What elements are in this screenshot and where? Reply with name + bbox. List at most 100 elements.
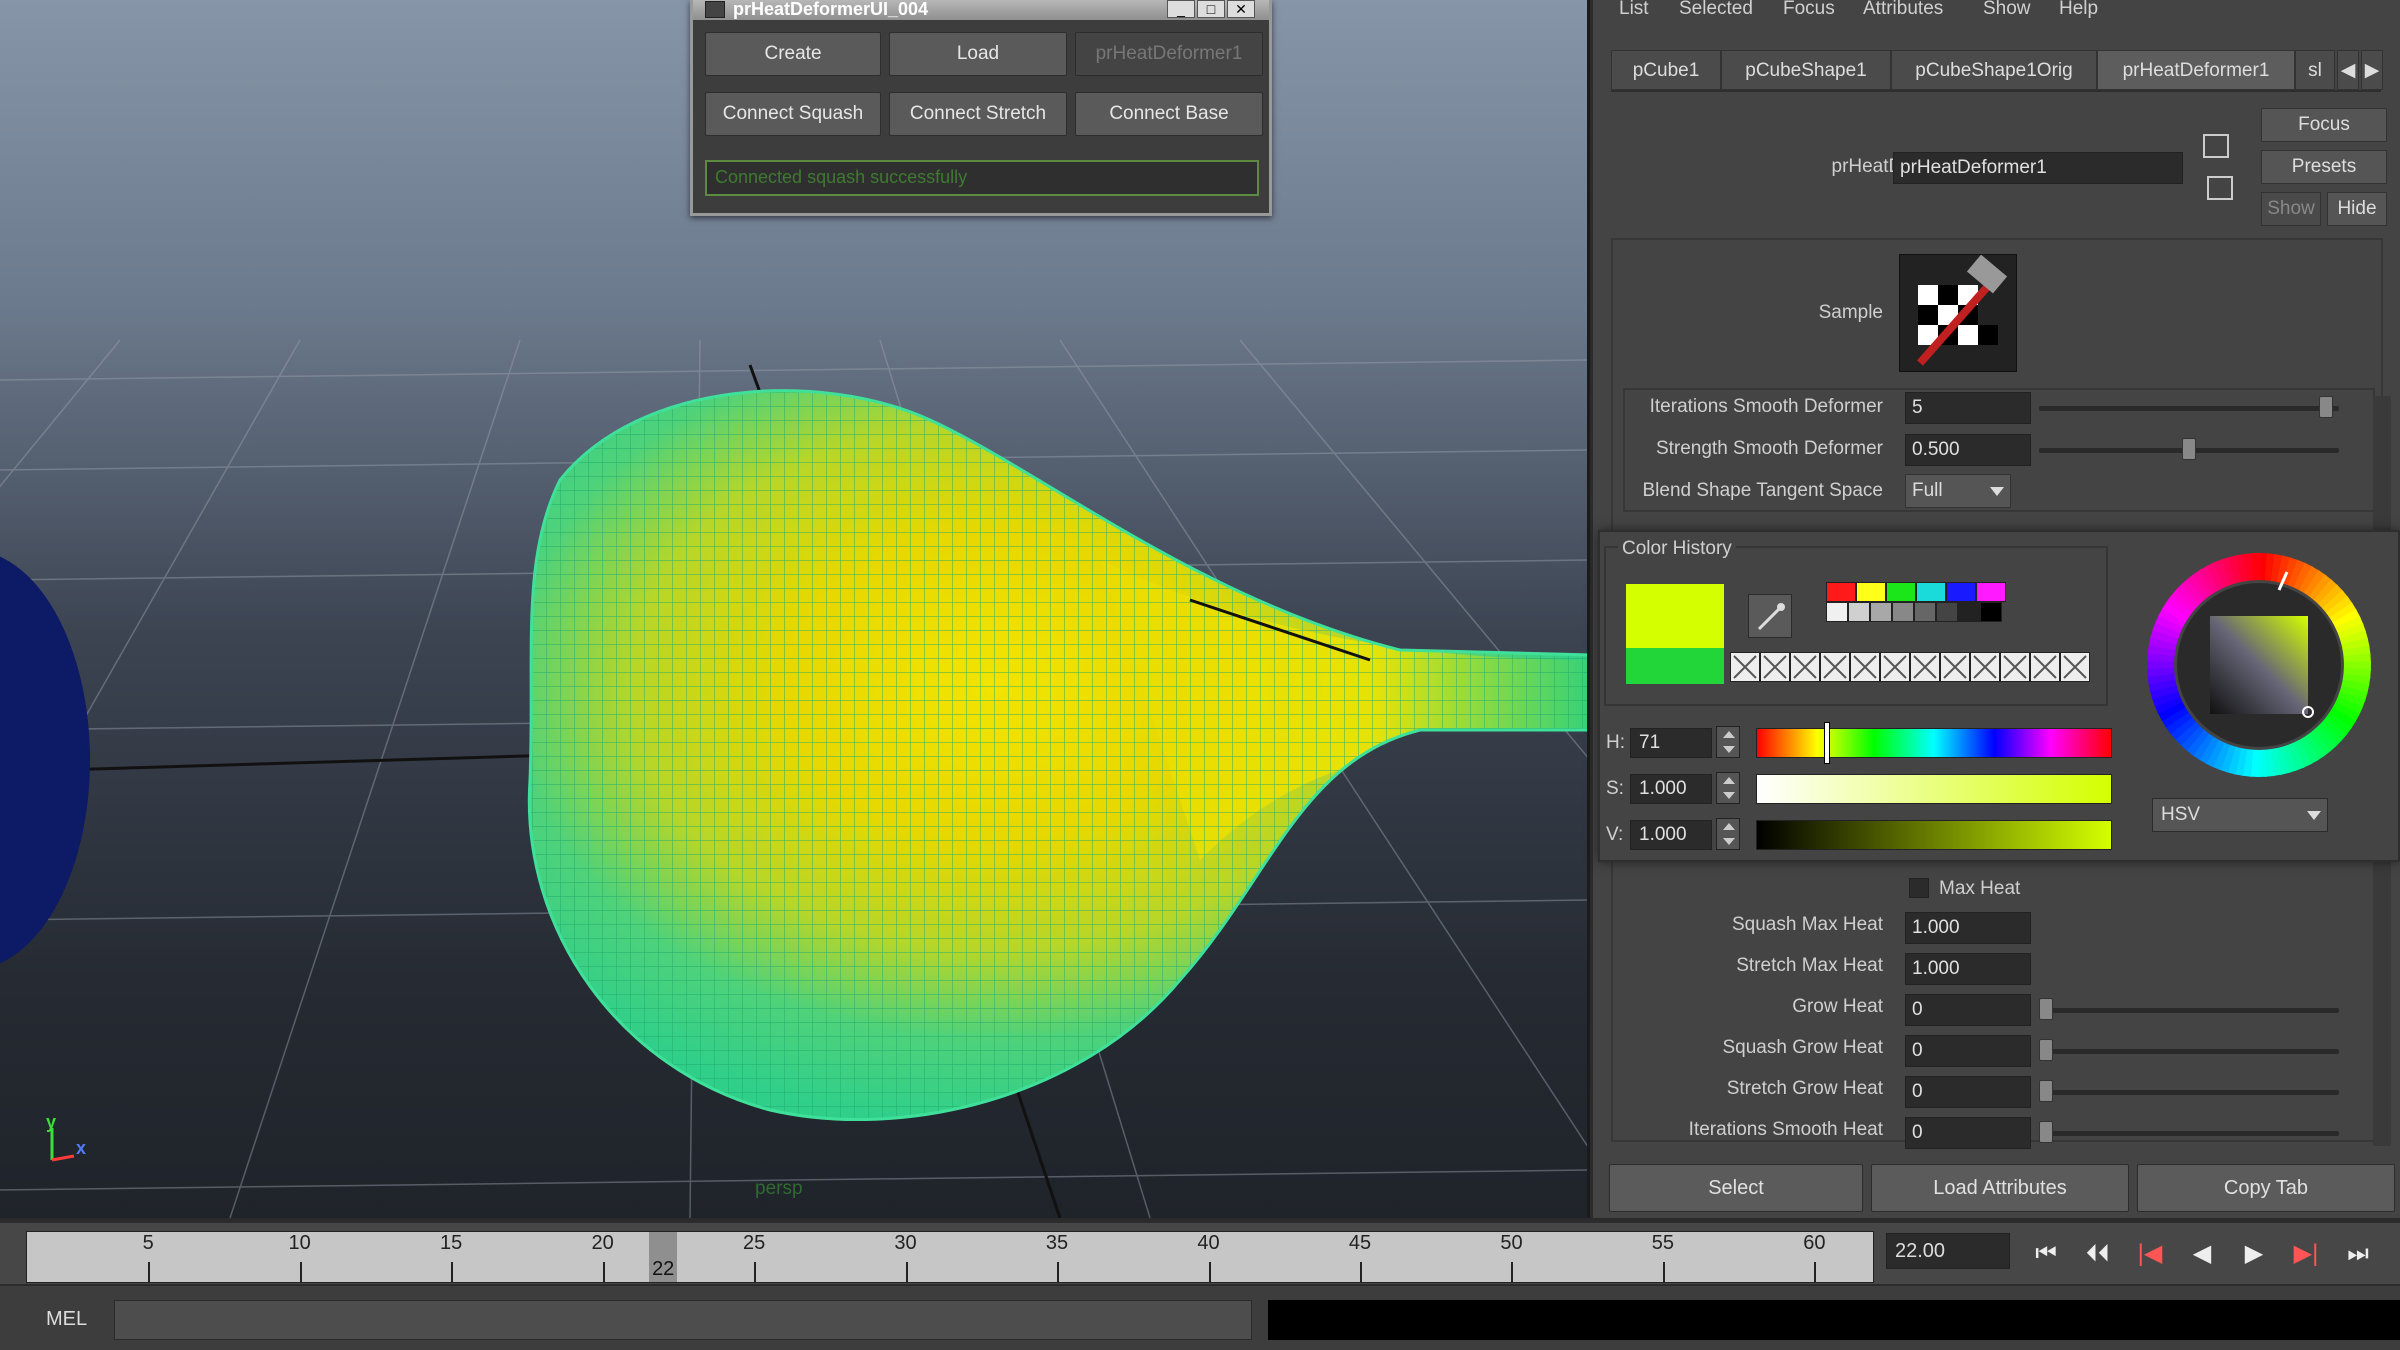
history-swatch[interactable] bbox=[1914, 602, 1936, 622]
iterations-smooth-heat-field[interactable]: 0 bbox=[1905, 1117, 2031, 1149]
empty-swatch-icon[interactable] bbox=[1880, 652, 1910, 682]
history-swatch[interactable] bbox=[1916, 582, 1946, 602]
grow-heat-field[interactable]: 0 bbox=[1905, 994, 2031, 1026]
eyedropper-button[interactable] bbox=[1748, 594, 1792, 638]
history-swatch[interactable] bbox=[1936, 602, 1958, 622]
tool-titlebar[interactable]: prHeatDeformerUI_004 _ □ ✕ bbox=[693, 0, 1269, 20]
strength-smooth-deformer-field[interactable]: 0.500 bbox=[1905, 434, 2031, 466]
show-button[interactable]: Show bbox=[2261, 192, 2321, 226]
history-swatch[interactable] bbox=[1826, 602, 1848, 622]
presets-button[interactable]: Presets bbox=[2261, 150, 2387, 184]
iterations-smooth-heat-handle[interactable] bbox=[2039, 1121, 2053, 1143]
sample-swatch[interactable] bbox=[1899, 254, 2017, 372]
squash-max-heat-field[interactable]: 1.000 bbox=[1905, 912, 2031, 944]
empty-swatch-icon[interactable] bbox=[1970, 652, 2000, 682]
tab-pcube1[interactable]: pCube1 bbox=[1611, 50, 1721, 90]
tab-pcubeshape1orig[interactable]: pCubeShape1Orig bbox=[1891, 50, 2097, 90]
hue-slider-handle[interactable] bbox=[1824, 722, 1830, 764]
grow-heat-handle[interactable] bbox=[2039, 998, 2053, 1020]
current-color-swatch[interactable] bbox=[1626, 584, 1724, 684]
load-attributes-button[interactable]: Load Attributes bbox=[1871, 1164, 2129, 1212]
s-spinner[interactable] bbox=[1716, 772, 1740, 804]
tab-scroll-left-icon[interactable]: ◀ bbox=[2337, 50, 2359, 90]
v-spinner[interactable] bbox=[1716, 818, 1740, 850]
iterations-smooth-heat-slider[interactable] bbox=[2039, 1131, 2339, 1136]
stretch-grow-heat-handle[interactable] bbox=[2039, 1080, 2053, 1102]
history-swatch[interactable] bbox=[1976, 582, 2006, 602]
tab-pcubeshape1[interactable]: pCubeShape1 bbox=[1721, 50, 1891, 90]
stretch-grow-heat-field[interactable]: 0 bbox=[1905, 1076, 2031, 1108]
menu-list[interactable]: List bbox=[1619, 0, 1649, 20]
v-field[interactable]: 1.000 bbox=[1630, 820, 1712, 850]
empty-swatch-icon[interactable] bbox=[1760, 652, 1790, 682]
strength-smooth-deformer-handle[interactable] bbox=[2182, 438, 2196, 460]
max-heat-checkbox[interactable] bbox=[1909, 878, 1929, 898]
squash-grow-heat-handle[interactable] bbox=[2039, 1039, 2053, 1061]
empty-swatch-icon[interactable] bbox=[1730, 652, 1760, 682]
history-swatch[interactable] bbox=[1946, 582, 1976, 602]
mel-input[interactable] bbox=[114, 1300, 1252, 1340]
empty-swatch-icon[interactable] bbox=[2030, 652, 2060, 682]
iterations-smooth-deformer-slider[interactable] bbox=[2039, 406, 2339, 411]
step-back-key-button[interactable]: ⏴⏴ bbox=[2080, 1239, 2116, 1269]
menu-show[interactable]: Show bbox=[1983, 0, 2031, 20]
history-swatch[interactable] bbox=[1886, 582, 1916, 602]
node-name-field[interactable]: prHeatDeformer1 bbox=[1893, 152, 2183, 184]
empty-swatch-icon[interactable] bbox=[1910, 652, 1940, 682]
history-swatch[interactable] bbox=[1892, 602, 1914, 622]
play-forwards-button[interactable]: ▶ bbox=[2236, 1239, 2272, 1269]
deformer-name-field[interactable]: prHeatDeformer1 bbox=[1075, 32, 1263, 76]
empty-swatch-icon[interactable] bbox=[1850, 652, 1880, 682]
blend-shape-tangent-dropdown[interactable]: Full bbox=[1905, 474, 2011, 508]
go-to-end-button[interactable]: ⏭ bbox=[2340, 1239, 2376, 1269]
empty-swatch-icon[interactable] bbox=[1790, 652, 1820, 682]
load-button[interactable]: Load bbox=[889, 32, 1067, 76]
current-frame-marker[interactable]: 22 bbox=[649, 1232, 678, 1282]
history-swatch[interactable] bbox=[1856, 582, 1886, 602]
hide-button[interactable]: Hide bbox=[2327, 192, 2387, 226]
step-back-frame-button[interactable]: |◀ bbox=[2132, 1239, 2168, 1269]
grow-heat-slider[interactable] bbox=[2039, 1008, 2339, 1013]
squash-grow-heat-field[interactable]: 0 bbox=[1905, 1035, 2031, 1067]
iterations-smooth-deformer-handle[interactable] bbox=[2319, 396, 2334, 418]
empty-swatch-icon[interactable] bbox=[2060, 652, 2090, 682]
step-forward-frame-button[interactable]: ▶| bbox=[2288, 1239, 2324, 1269]
hue-slider[interactable] bbox=[1756, 728, 2112, 758]
connect-stretch-button[interactable]: Connect Stretch bbox=[889, 92, 1067, 136]
menu-help[interactable]: Help bbox=[2059, 0, 2098, 20]
output-connection-icon[interactable] bbox=[2207, 176, 2233, 200]
history-swatch[interactable] bbox=[1826, 582, 1856, 602]
tab-prheatdeformer1[interactable]: prHeatDeformer1 bbox=[2097, 50, 2295, 90]
empty-swatch-icon[interactable] bbox=[1820, 652, 1850, 682]
minimize-button[interactable]: _ bbox=[1167, 0, 1195, 18]
h-spinner[interactable] bbox=[1716, 726, 1740, 758]
copy-tab-button[interactable]: Copy Tab bbox=[2137, 1164, 2395, 1212]
time-slider-track[interactable]: 5 10 15 20 25 30 35 40 45 50 55 60 22 bbox=[26, 1231, 1874, 1283]
mel-label[interactable]: MEL bbox=[46, 1308, 87, 1331]
current-time-field[interactable]: 22.00 bbox=[1886, 1233, 2010, 1269]
create-button[interactable]: Create bbox=[705, 32, 881, 76]
empty-swatch-icon[interactable] bbox=[2000, 652, 2030, 682]
history-swatch[interactable] bbox=[1958, 602, 1980, 622]
h-field[interactable]: 71 bbox=[1630, 728, 1712, 758]
close-button[interactable]: ✕ bbox=[1227, 0, 1255, 18]
history-swatch[interactable] bbox=[1848, 602, 1870, 622]
maximize-button[interactable]: □ bbox=[1197, 0, 1225, 18]
menu-focus[interactable]: Focus bbox=[1783, 0, 1835, 20]
tab-overflow[interactable]: sl bbox=[2295, 50, 2335, 90]
empty-swatch-icon[interactable] bbox=[1940, 652, 1970, 682]
saturation-slider[interactable] bbox=[1756, 774, 2112, 804]
stretch-max-heat-field[interactable]: 1.000 bbox=[1905, 953, 2031, 985]
select-button[interactable]: Select bbox=[1609, 1164, 1863, 1212]
history-swatch[interactable] bbox=[1870, 602, 1892, 622]
iterations-smooth-deformer-field[interactable]: 5 bbox=[1905, 392, 2031, 424]
color-mode-dropdown[interactable]: HSV bbox=[2152, 798, 2328, 832]
s-field[interactable]: 1.000 bbox=[1630, 774, 1712, 804]
stretch-grow-heat-slider[interactable] bbox=[2039, 1090, 2339, 1095]
input-connection-icon[interactable] bbox=[2203, 134, 2229, 158]
play-backwards-button[interactable]: ◀ bbox=[2184, 1239, 2220, 1269]
value-slider[interactable] bbox=[1756, 820, 2112, 850]
tab-scroll-right-icon[interactable]: ▶ bbox=[2361, 50, 2383, 90]
menu-attributes[interactable]: Attributes bbox=[1863, 0, 1943, 20]
connect-base-button[interactable]: Connect Base bbox=[1075, 92, 1263, 136]
